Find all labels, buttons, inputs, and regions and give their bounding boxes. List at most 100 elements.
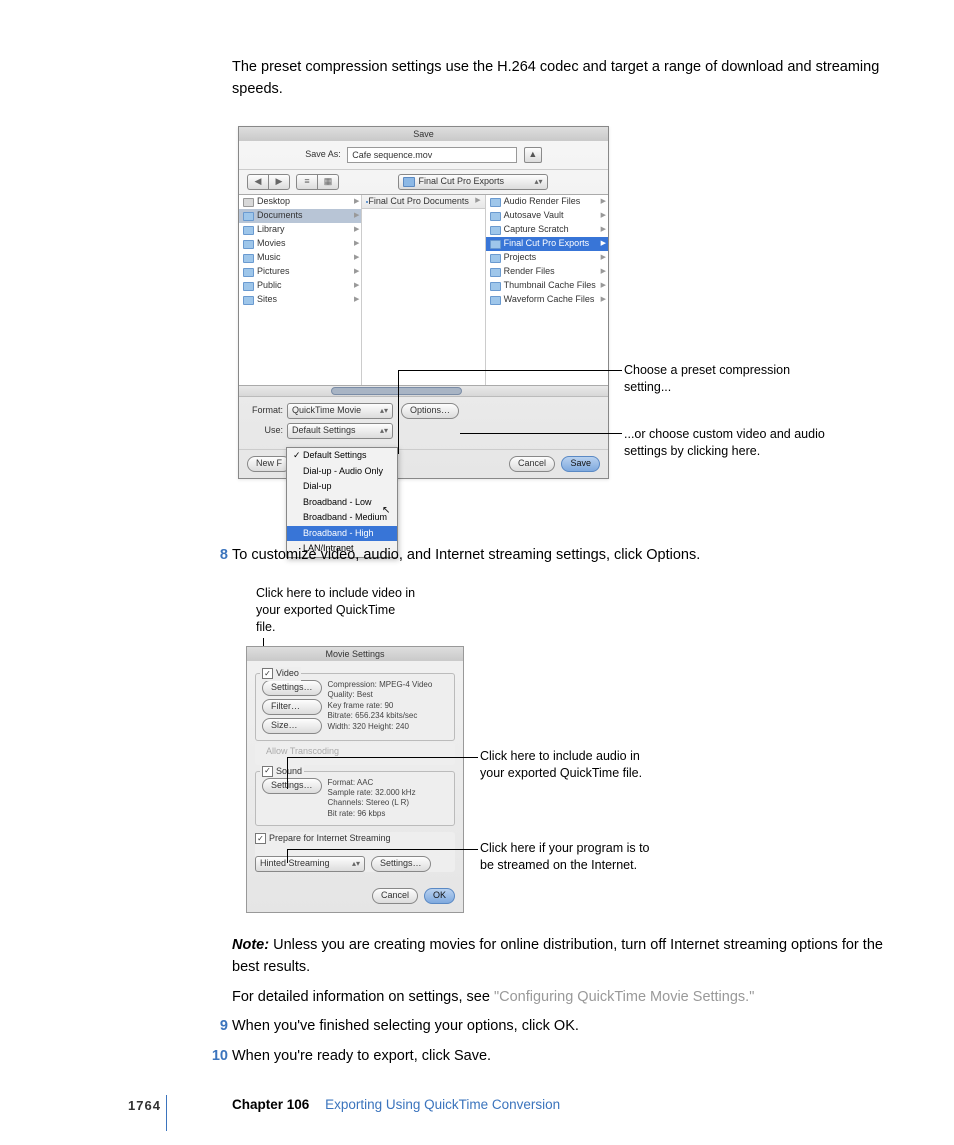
dialog-title: Save (239, 127, 608, 141)
path-popup[interactable]: Final Cut Pro Exports ▴▾ (398, 174, 548, 190)
disclosure-icon: ▶ (601, 295, 606, 306)
column-2-header[interactable]: Final Cut Pro Documents▶ (362, 195, 484, 209)
ms-ok-button[interactable]: OK (424, 888, 455, 904)
item-label: Public (257, 279, 282, 293)
disclosure-icon: ▶ (354, 225, 359, 236)
new-folder-button[interactable]: New F (247, 456, 291, 472)
item-label: Audio Render Files (504, 195, 581, 209)
folder-icon (490, 296, 501, 305)
video-checkbox[interactable]: ✓ (262, 668, 273, 679)
nav-forward-button[interactable]: ▶ (268, 174, 290, 190)
dropdown-item[interactable]: Broadband - Low (287, 495, 397, 511)
popup-arrows-icon: ▴▾ (534, 176, 542, 188)
video-group: ✓ Video Settings… Filter… Size… Compress… (255, 673, 455, 741)
video-filter-button[interactable]: Filter… (262, 699, 322, 715)
folder-icon (243, 296, 254, 305)
column-item[interactable]: Documents ▶ (239, 209, 361, 223)
column-item[interactable]: Music▶ (239, 251, 361, 265)
sound-label: Sound (276, 765, 302, 779)
video-info: Compression: MPEG-4 Video Quality: Best … (328, 680, 448, 734)
column-item[interactable]: Waveform Cache Files ▶ (486, 293, 608, 307)
save-button[interactable]: Save (561, 456, 600, 472)
folder-icon (490, 282, 501, 291)
disclosure-icon: ▶ (354, 197, 359, 208)
column-item[interactable]: Audio Render Files ▶ (486, 195, 608, 209)
save-as-field[interactable]: Cafe sequence.mov (347, 147, 517, 163)
disclosure-icon: ▶ (601, 211, 606, 222)
dropdown-item[interactable]: Broadband - High (287, 526, 397, 542)
sound-checkbox[interactable]: ✓ (262, 766, 273, 777)
folder-icon (490, 240, 501, 249)
streaming-checkbox[interactable]: ✓ (255, 833, 266, 844)
item-label: Library (257, 223, 285, 237)
streaming-label: Prepare for Internet Streaming (269, 832, 391, 846)
streaming-settings-button[interactable]: Settings… (371, 856, 431, 872)
column-item[interactable]: Public▶ (239, 279, 361, 293)
column-item[interactable]: Library ▶ (239, 223, 361, 237)
item-label: Music (257, 251, 281, 265)
browser-column-2[interactable]: Final Cut Pro Documents▶ (362, 195, 485, 385)
use-label: Use: (247, 424, 283, 438)
video-size-button[interactable]: Size… (262, 718, 322, 734)
step-10-text: When you're ready to export, click Save. (232, 1046, 892, 1068)
disclosure-icon: ▶ (354, 295, 359, 306)
popup-arrows-icon: ▴▾ (352, 858, 360, 870)
sound-group: ✓ Sound Settings… Format: AAC Sample rat… (255, 771, 455, 827)
view-grid-button[interactable]: ▦ (317, 174, 339, 190)
dropdown-item[interactable]: Broadband - Medium (287, 510, 397, 526)
step-number-9: 9 (202, 1016, 228, 1038)
disclosure-icon: ▶ (354, 211, 359, 222)
column-item[interactable]: Projects▶ (486, 251, 608, 265)
disclosure-icon: ▶ (601, 197, 606, 208)
ms-cancel-button[interactable]: Cancel (372, 888, 418, 904)
column-item[interactable]: Movies▶ (239, 237, 361, 251)
sound-legend: ✓ Sound (260, 765, 304, 779)
callout-video-checkbox: Click here to include video in your expo… (256, 585, 416, 636)
browser-column-1[interactable]: Desktop▶Documents▶Library▶Movies▶Music▶P… (239, 195, 362, 385)
folder-icon (490, 268, 501, 277)
column-item[interactable]: Capture Scratch▶ (486, 223, 608, 237)
format-popup[interactable]: QuickTime Movie▴▾ (287, 403, 393, 419)
cancel-button[interactable]: Cancel (509, 456, 555, 472)
column-item[interactable]: Autosave Vault▶ (486, 209, 608, 223)
folder-icon (243, 226, 254, 235)
column-item[interactable]: Render Files▶ (486, 265, 608, 279)
column-item[interactable]: Pictures▶ (239, 265, 361, 279)
folder-icon (243, 282, 254, 291)
video-settings-button[interactable]: Settings… (262, 680, 322, 696)
detail-link[interactable]: "Configuring QuickTime Movie Settings." (494, 989, 754, 1005)
folder-icon (490, 226, 501, 235)
callout-audio-checkbox: Click here to include audio in your expo… (480, 748, 650, 782)
options-button[interactable]: Options… (401, 403, 459, 419)
view-list-button[interactable]: ≡ (296, 174, 317, 190)
dropdown-item[interactable]: Dial-up - Audio Only (287, 464, 397, 480)
nav-back-button[interactable]: ◀ (247, 174, 268, 190)
format-value: QuickTime Movie (292, 404, 361, 418)
use-dropdown-menu[interactable]: Default SettingsDial-up - Audio OnlyDial… (286, 447, 398, 558)
item-label: Waveform Cache Files (504, 293, 595, 307)
format-label: Format: (247, 404, 283, 418)
sound-settings-button[interactable]: Settings… (262, 778, 322, 794)
browser-column-3[interactable]: Audio Render Files▶Autosave Vault▶Captur… (486, 195, 608, 385)
streaming-mode-value: Hinted Streaming (260, 857, 330, 871)
dropdown-item[interactable]: Default Settings (287, 448, 397, 464)
step-9-text: When you've finished selecting your opti… (232, 1016, 892, 1038)
use-popup[interactable]: Default Settings▴▾ (287, 423, 393, 439)
movie-settings-title: Movie Settings (247, 647, 463, 661)
column-item[interactable]: Sites▶ (239, 293, 361, 307)
column-item[interactable]: Final Cut Pro Exports▶ (486, 237, 608, 251)
folder-icon (490, 212, 501, 221)
item-label: Documents (257, 209, 303, 223)
expand-toggle-button[interactable]: ▲ (524, 147, 542, 163)
streaming-mode-popup[interactable]: Hinted Streaming ▴▾ (255, 856, 365, 872)
disclosure-icon: ▶ (601, 281, 606, 292)
column-item[interactable]: Desktop ▶ (239, 195, 361, 209)
dropdown-item[interactable]: Dial-up (287, 479, 397, 495)
item-label: Render Files (504, 265, 555, 279)
item-label: Desktop (257, 195, 290, 209)
footer-rule (166, 1095, 167, 1131)
step-number-8: 8 (202, 545, 228, 567)
movie-settings-dialog: Movie Settings ✓ Video Settings… Filter…… (246, 646, 464, 913)
horizontal-scrollbar[interactable] (239, 386, 608, 397)
column-item[interactable]: Thumbnail Cache Files▶ (486, 279, 608, 293)
